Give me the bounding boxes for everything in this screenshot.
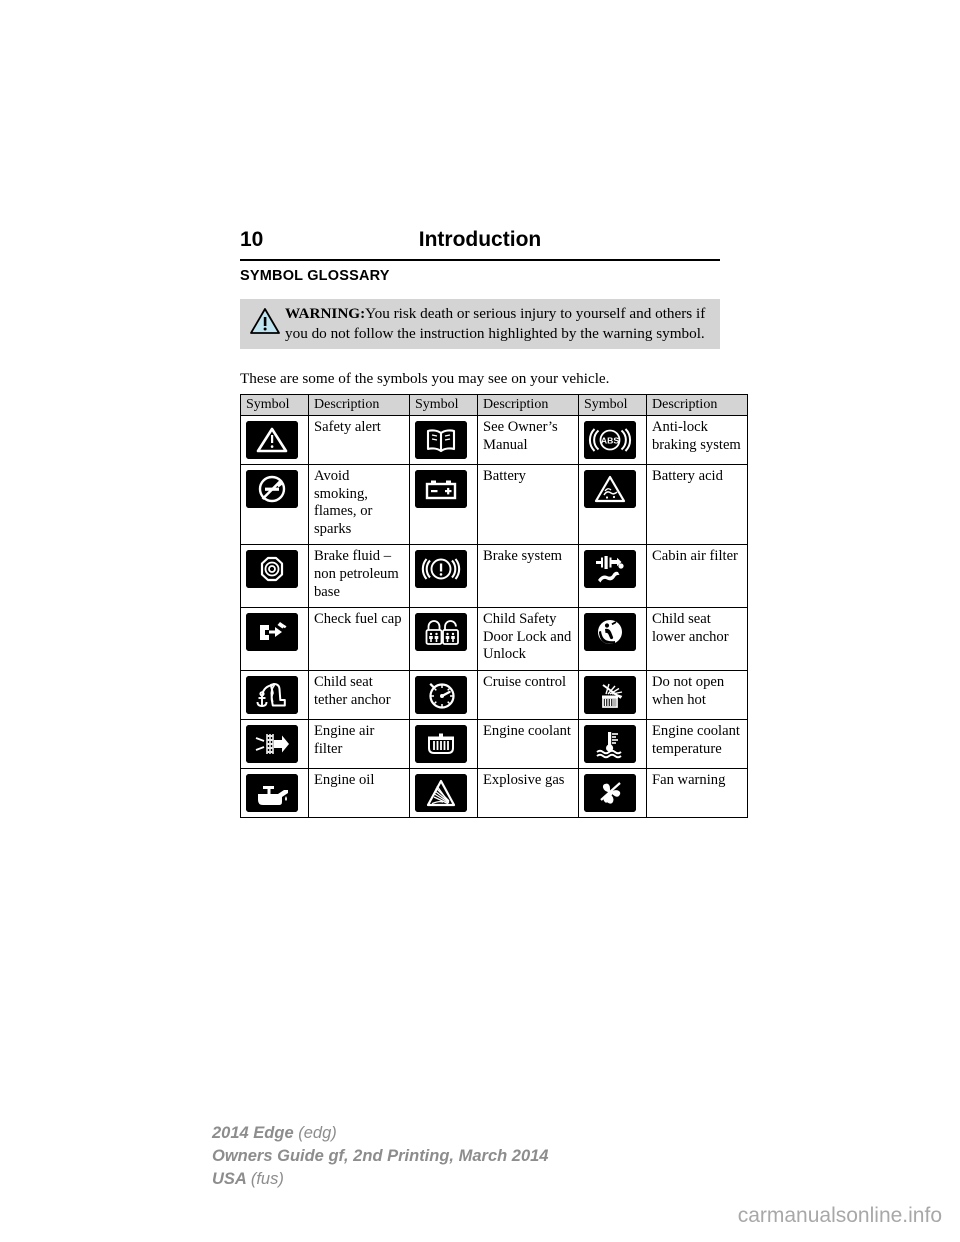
engine-coolant-icon bbox=[415, 724, 467, 763]
column-header-description-2: Description bbox=[477, 394, 579, 416]
header-divider bbox=[240, 259, 720, 261]
description-cell: Check fuel cap bbox=[308, 607, 410, 671]
symbol-cell bbox=[240, 669, 309, 720]
footer-market-code: (fus) bbox=[250, 1170, 284, 1188]
engine-coolant-temperature-icon bbox=[584, 724, 636, 763]
warning-label: WARNING: bbox=[285, 305, 366, 322]
description-cell: Safety alert bbox=[308, 415, 410, 465]
symbol-cell bbox=[409, 669, 478, 720]
symbol-cell bbox=[409, 463, 478, 546]
safety-alert-icon bbox=[246, 421, 298, 459]
no-smoking-no-flames-icon bbox=[246, 470, 298, 508]
child-seat-lower-anchor-icon bbox=[584, 613, 636, 652]
symbol-cell bbox=[240, 544, 309, 609]
symbol-cell bbox=[240, 607, 309, 671]
description-cell: Avoid smoking, flames, or sparks bbox=[308, 463, 410, 546]
description-cell: Cruise control bbox=[477, 669, 579, 720]
footer-model-code: (edg) bbox=[298, 1124, 337, 1142]
child-seat-tether-anchor-icon bbox=[246, 675, 298, 714]
footer-model: 2014 Edge bbox=[212, 1124, 294, 1142]
description-cell: Do not open when hot bbox=[646, 669, 748, 720]
svg-text:ABS: ABS bbox=[601, 436, 619, 446]
engine-oil-icon bbox=[246, 773, 298, 812]
column-header-description-1: Description bbox=[308, 394, 410, 416]
description-cell: Engine coolant temperature bbox=[646, 718, 748, 769]
description-cell: Engine air filter bbox=[308, 718, 410, 769]
explosive-gas-icon bbox=[415, 773, 467, 812]
intro-paragraph: These are some of the symbols you may se… bbox=[240, 370, 610, 387]
description-cell: Battery bbox=[477, 463, 579, 546]
table-row: Child seat tether anchor Cruise control … bbox=[240, 669, 748, 720]
table-row: Brake fluid – non petroleum base Brake s… bbox=[240, 544, 748, 609]
description-cell: Child Safety Door Lock and Unlock bbox=[477, 607, 579, 671]
table-header-row: Symbol Description Symbol Description Sy… bbox=[240, 394, 748, 416]
warning-triangle-icon bbox=[249, 306, 281, 336]
do-not-open-when-hot-icon bbox=[584, 675, 636, 714]
symbol-cell bbox=[240, 767, 309, 818]
symbol-cell bbox=[409, 415, 478, 465]
symbol-cell bbox=[240, 463, 309, 546]
description-cell: Engine oil bbox=[308, 767, 410, 818]
page-title: Introduction bbox=[418, 228, 542, 251]
description-cell: Brake system bbox=[477, 544, 579, 609]
symbol-cell bbox=[409, 607, 478, 671]
description-cell: Child seat lower anchor bbox=[646, 607, 748, 671]
warning-callout: WARNING:You risk death or serious injury… bbox=[240, 299, 720, 350]
child-safety-door-lock-icon bbox=[415, 613, 467, 652]
description-cell: Child seat tether anchor bbox=[308, 669, 410, 720]
table-row: Avoid smoking, flames, or sparks Battery… bbox=[240, 463, 748, 546]
symbol-cell bbox=[409, 544, 478, 609]
description-cell: See Owner’s Manual bbox=[477, 415, 579, 465]
brake-fluid-icon bbox=[246, 550, 298, 589]
cabin-air-filter-icon bbox=[584, 550, 636, 589]
table-row: Safety alert See Owner’s Manual ABS Anti… bbox=[240, 415, 748, 465]
symbol-cell bbox=[409, 767, 478, 818]
symbol-cell bbox=[409, 718, 478, 769]
brake-system-icon bbox=[415, 550, 467, 589]
footer-market: USA bbox=[212, 1170, 247, 1188]
symbol-cell bbox=[240, 718, 309, 769]
section-heading: SYMBOL GLOSSARY bbox=[240, 268, 390, 284]
description-cell: Anti-lock braking system bbox=[646, 415, 748, 465]
description-cell: Battery acid bbox=[646, 463, 748, 546]
check-fuel-cap-icon bbox=[246, 613, 298, 652]
symbol-cell bbox=[240, 415, 309, 465]
fan-warning-icon bbox=[584, 773, 636, 812]
column-header-description-3: Description bbox=[646, 394, 748, 416]
footer-line-1: 2014 Edge (edg) bbox=[212, 1122, 549, 1145]
description-cell: Explosive gas bbox=[477, 767, 579, 818]
symbol-cell bbox=[578, 463, 647, 546]
table-row: Check fuel cap Child Safety Door Lock an… bbox=[240, 607, 748, 671]
symbol-cell bbox=[578, 718, 647, 769]
document-page: 10 Introduction SYMBOL GLOSSARY WARNING:… bbox=[0, 0, 960, 1242]
site-watermark: carmanualsonline.info bbox=[737, 1204, 942, 1227]
symbol-cell bbox=[578, 767, 647, 818]
battery-icon bbox=[415, 470, 467, 508]
document-footer: 2014 Edge (edg) Owners Guide gf, 2nd Pri… bbox=[212, 1122, 549, 1191]
table-row: Engine air filter Engine coolant Engine … bbox=[240, 718, 748, 769]
warning-text-block: WARNING:You risk death or serious injury… bbox=[246, 304, 714, 343]
symbol-glossary-table: Symbol Description Symbol Description Sy… bbox=[240, 394, 748, 818]
cruise-control-icon bbox=[415, 675, 467, 714]
description-cell: Brake fluid – non petroleum base bbox=[308, 544, 410, 609]
symbol-cell bbox=[578, 544, 647, 609]
column-header-symbol-1: Symbol bbox=[240, 394, 309, 416]
footer-line-2: Owners Guide gf, 2nd Printing, March 201… bbox=[212, 1147, 549, 1165]
column-header-symbol-3: Symbol bbox=[578, 394, 647, 416]
description-cell: Fan warning bbox=[646, 767, 748, 818]
anti-lock-braking-abs-icon: ABS bbox=[584, 421, 636, 459]
engine-air-filter-icon bbox=[246, 724, 298, 763]
page-header: 10 Introduction bbox=[240, 228, 720, 258]
description-cell: Cabin air filter bbox=[646, 544, 748, 609]
symbol-cell bbox=[578, 669, 647, 720]
footer-line-3: USA (fus) bbox=[212, 1168, 549, 1191]
table-row: Engine oil Explosive gas Fan warning bbox=[240, 767, 748, 818]
symbol-cell bbox=[578, 607, 647, 671]
owners-manual-book-icon bbox=[415, 421, 467, 459]
battery-acid-icon bbox=[584, 470, 636, 508]
column-header-symbol-2: Symbol bbox=[409, 394, 478, 416]
symbol-cell: ABS bbox=[578, 415, 647, 465]
description-cell: Engine coolant bbox=[477, 718, 579, 769]
